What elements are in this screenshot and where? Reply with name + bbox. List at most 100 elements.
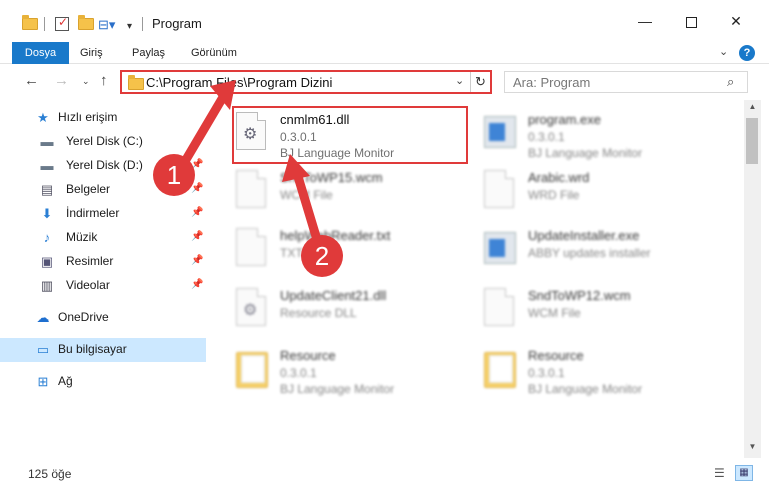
sidebar-item-label: Resimler bbox=[66, 254, 114, 268]
item-count: 125 öğe bbox=[28, 467, 72, 481]
search-placeholder: Ara: Program bbox=[513, 75, 591, 90]
file-name: helpWebReader.txt bbox=[280, 228, 391, 243]
sidebar-item-videos[interactable]: ▥ Videolar 📌 bbox=[0, 274, 206, 298]
pin-icon: 📌 bbox=[191, 159, 204, 170]
refresh-button[interactable]: ↻ bbox=[470, 72, 490, 92]
file-tile[interactable]: UpdateInstaller.exe ABBY updates install… bbox=[480, 222, 720, 280]
sidebar-item-label: Videolar bbox=[66, 278, 110, 292]
file-version: 0.3.0.1 bbox=[528, 130, 565, 144]
documents-icon: ▤ bbox=[40, 182, 54, 197]
scroll-down-icon[interactable]: ▼ bbox=[744, 442, 761, 451]
network-icon: ⊞ bbox=[37, 374, 49, 389]
pin-icon: 📌 bbox=[191, 135, 204, 146]
sidebar-item-label: Yerel Disk (D:) bbox=[66, 158, 143, 172]
pin-icon: 📌 bbox=[191, 231, 204, 242]
file-name: SndToWP12.wcm bbox=[528, 288, 631, 303]
file-description: BJ Language Monitor bbox=[528, 146, 643, 160]
tab-view[interactable]: Görünüm bbox=[191, 42, 237, 64]
file-tile[interactable]: ⚙ UpdateClient21.dll Resource DLL bbox=[232, 282, 472, 340]
file-type: Resource DLL bbox=[280, 306, 357, 320]
exe-file-icon bbox=[484, 112, 518, 152]
new-folder-icon[interactable] bbox=[78, 14, 94, 34]
address-path[interactable]: C:\Program Files\Program Dizini bbox=[146, 75, 332, 90]
navigation-pane: ★ Hızlı erişim ▬ Yerel Disk (C:) 📌 ▬ Yer… bbox=[0, 100, 208, 458]
exe-file-icon bbox=[484, 228, 518, 268]
folder-icon bbox=[128, 75, 144, 90]
up-button[interactable]: ↑ bbox=[100, 72, 108, 89]
address-bar[interactable]: C:\Program Files\Program Dizini ⌄ ↻ bbox=[120, 70, 492, 94]
pin-icon: 📌 bbox=[191, 183, 204, 194]
search-icon[interactable]: ⌕ bbox=[727, 74, 734, 90]
sidebar-item-pictures[interactable]: ▣ Resimler 📌 bbox=[0, 250, 206, 274]
videos-icon: ▥ bbox=[40, 278, 54, 293]
tab-share[interactable]: Paylaş bbox=[132, 42, 165, 64]
file-type: WCM File bbox=[528, 306, 581, 320]
tab-home[interactable]: Giriş bbox=[80, 42, 103, 64]
file-tile[interactable]: Arabic.wrd WRD File bbox=[480, 164, 720, 222]
navigation-bar: ← → ⌄ ↑ C:\Program Files\Program Dizini … bbox=[0, 64, 769, 100]
search-input[interactable]: Ara: Program ⌕ bbox=[504, 71, 748, 93]
ribbon-expand-icon[interactable]: ⌄ bbox=[719, 45, 728, 58]
blank-file-icon bbox=[484, 170, 518, 210]
sidebar-item-label: Müzik bbox=[66, 230, 98, 244]
file-version: 0.3.0.1 bbox=[280, 366, 317, 380]
vertical-scrollbar[interactable]: ▲ ▼ bbox=[744, 100, 761, 458]
file-name: Resource bbox=[280, 348, 336, 363]
folder-icon[interactable] bbox=[22, 14, 38, 34]
sidebar-item-disk-d[interactable]: ▬ Yerel Disk (D:) 📌 bbox=[0, 154, 206, 178]
file-type: ABBY updates installer bbox=[528, 246, 651, 260]
properties-icon[interactable]: ⊟▾ bbox=[98, 15, 115, 35]
scroll-up-icon[interactable]: ▲ bbox=[744, 102, 761, 111]
sidebar-item-network[interactable]: ⊞ Ağ bbox=[0, 370, 206, 394]
file-tile[interactable]: program.exe 0.3.0.1 BJ Language Monitor bbox=[480, 106, 720, 164]
maximize-icon bbox=[685, 17, 697, 28]
sidebar-item-quick-access[interactable]: ★ Hızlı erişim bbox=[0, 106, 206, 130]
sidebar-item-music[interactable]: ♪ Müzik 📌 bbox=[0, 226, 206, 250]
file-version: 0.3.0.1 bbox=[528, 366, 565, 380]
sidebar-item-this-pc[interactable]: ▭ Bu bilgisayar bbox=[0, 338, 206, 362]
tab-file[interactable]: Dosya bbox=[12, 42, 69, 64]
file-tile[interactable]: SndToWP15.wcm WCM File bbox=[232, 164, 472, 222]
file-tile[interactable]: Resource 0.3.0.1 BJ Language Monitor bbox=[232, 342, 472, 400]
sidebar-item-label: Yerel Disk (C:) bbox=[66, 134, 143, 148]
customize-dropdown-icon[interactable]: ▾ bbox=[127, 16, 132, 36]
properties-check-icon[interactable] bbox=[55, 15, 69, 31]
file-tile[interactable]: helpWebReader.txt TXT File bbox=[232, 222, 472, 280]
computer-icon: ▭ bbox=[36, 342, 50, 357]
file-name: Arabic.wrd bbox=[528, 170, 590, 185]
sidebar-item-downloads[interactable]: ⬇ İndirmeler 📌 bbox=[0, 202, 206, 226]
sidebar-item-label: Bu bilgisayar bbox=[58, 342, 127, 356]
file-name: program.exe bbox=[528, 112, 601, 127]
sidebar-item-documents[interactable]: ▤ Belgeler 📌 bbox=[0, 178, 206, 202]
address-dropdown-icon[interactable]: ⌄ bbox=[455, 74, 464, 87]
sidebar-item-label: Hızlı erişim bbox=[58, 110, 118, 124]
close-button[interactable]: ✕ bbox=[724, 13, 748, 33]
back-button[interactable]: ← bbox=[24, 72, 39, 89]
cloud-icon: ☁ bbox=[36, 310, 50, 325]
file-description: BJ Language Monitor bbox=[280, 382, 395, 396]
minimize-button[interactable]: — bbox=[633, 13, 657, 33]
toolbar-separator bbox=[142, 17, 143, 31]
status-bar: 125 öğe ☰ ▦ bbox=[0, 458, 769, 500]
file-tile[interactable]: Resource 0.3.0.1 BJ Language Monitor bbox=[480, 342, 720, 400]
ribbon: Dosya Giriş Paylaş Görünüm ⌄ ? bbox=[0, 42, 769, 64]
help-icon[interactable]: ? bbox=[739, 45, 755, 61]
sidebar-item-label: Belgeler bbox=[66, 182, 111, 196]
forward-button[interactable]: → bbox=[54, 72, 69, 89]
pin-icon: 📌 bbox=[191, 279, 204, 290]
details-view-icon[interactable]: ☰ bbox=[714, 466, 728, 480]
tiles-view-icon[interactable]: ▦ bbox=[735, 465, 753, 481]
pictures-icon: ▣ bbox=[40, 254, 54, 269]
dll-file-icon: ⚙ bbox=[236, 288, 270, 328]
sidebar-item-onedrive[interactable]: ☁ OneDrive bbox=[0, 306, 206, 330]
maximize-button[interactable] bbox=[679, 13, 703, 33]
text-file-icon bbox=[236, 228, 270, 268]
file-type: TXT File bbox=[280, 246, 326, 260]
sidebar-item-disk-c[interactable]: ▬ Yerel Disk (C:) 📌 bbox=[0, 130, 206, 154]
music-icon: ♪ bbox=[43, 230, 51, 245]
scrollbar-thumb[interactable] bbox=[746, 118, 758, 164]
recent-locations-button[interactable]: ⌄ bbox=[82, 76, 90, 87]
drive-icon: ▬ bbox=[40, 158, 54, 173]
file-tile[interactable]: SndToWP12.wcm WCM File bbox=[480, 282, 720, 340]
star-icon: ★ bbox=[37, 110, 49, 125]
